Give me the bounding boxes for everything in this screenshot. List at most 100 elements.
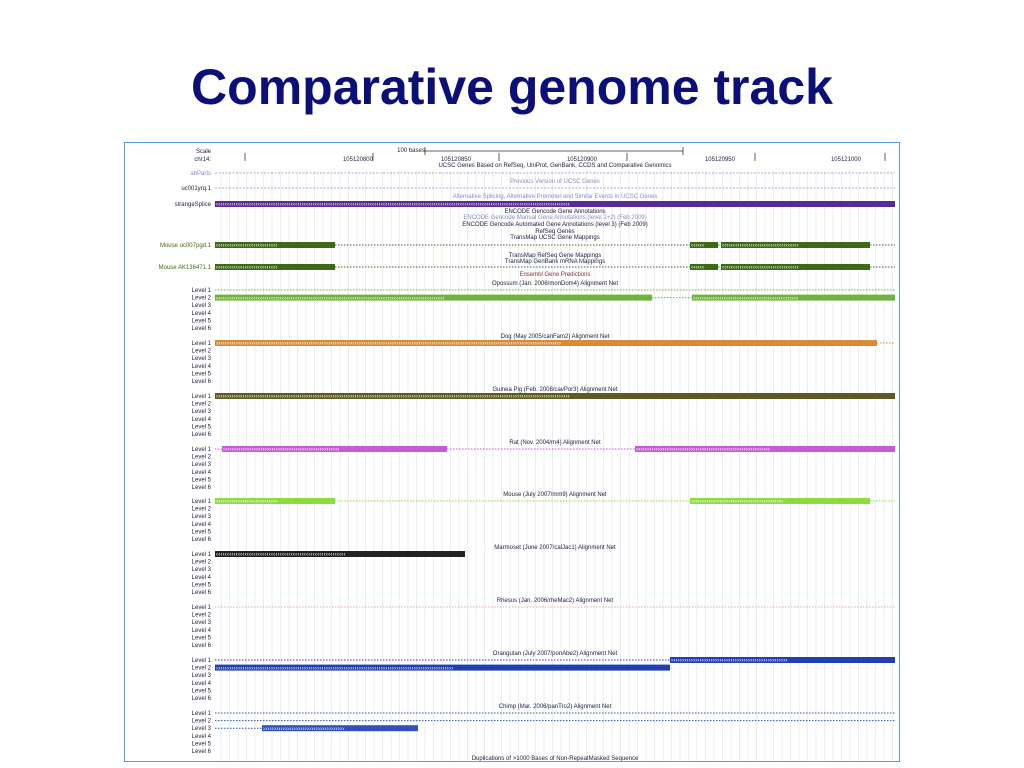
- level-label: Level 3: [192, 673, 212, 679]
- level-label: Level 4: [192, 681, 212, 687]
- genome-browser-image: Scale chr14: 100 bases 105120800 105120850 10…: [124, 142, 900, 762]
- genome-browser-canvas: Scalechr14:100 bases105120800 105120850 10…: [159, 147, 895, 762]
- mouse-uc007pgd-track-strand: ‹‹‹‹‹‹: [691, 243, 704, 249]
- strangesplice-track-strand: ‹‹‹‹‹‹‹‹‹‹‹‹‹‹‹‹‹‹‹‹‹‹‹‹‹‹‹‹‹‹‹‹‹‹‹‹‹‹‹‹…: [216, 202, 570, 208]
- level-label: Level 6: [192, 432, 212, 438]
- level-label: Level 1: [192, 605, 212, 611]
- level-label: Level 6: [192, 485, 212, 491]
- alignment-net-title: Mouse (July 2007/mm9) Alignment Net: [503, 492, 607, 498]
- level-label: Level 2: [192, 402, 212, 408]
- section-title: ENCODE Gencode Manual Gene Annotations (…: [463, 215, 646, 221]
- alignment-net-title: Marmoset (June 2007/calJac1) Alignment N…: [494, 545, 616, 551]
- level-label: Level 1: [192, 499, 212, 505]
- net-3-level-1-strand: ››››››››››››››››››››››››››››››››››››››››…: [223, 447, 340, 453]
- slide-title: Comparative genome track: [191, 59, 833, 115]
- scale-label: Scale: [196, 149, 212, 155]
- level-label: Level 3: [192, 356, 212, 362]
- level-label: Level 4: [192, 417, 212, 423]
- annotation-track-label: strangeSplice: [175, 202, 212, 208]
- section-title: Alternative Splicing, Alternative Promot…: [453, 194, 658, 200]
- level-label: Level 5: [192, 529, 212, 535]
- level-label: Level 2: [192, 349, 212, 355]
- alignment-net-title: Opossum (Jan. 2006/monDom4) Alignment Ne…: [492, 281, 618, 287]
- chrom-label: chr14:: [194, 157, 211, 163]
- net-7-level-2-strand: ››››››››››››››››››››››››››››››››››››››››…: [216, 666, 453, 672]
- annotation-track-label: Mouse uc007pgd.1: [160, 243, 212, 249]
- mouse-uc007pgd-track-strand: ‹‹‹‹‹‹‹‹‹‹‹‹‹‹‹‹‹‹‹‹‹‹‹‹‹‹‹‹‹‹‹‹‹‹‹: [722, 243, 799, 249]
- net-7-level-1-strand: ››››››››››››››››››››››››››››››››››››››››…: [671, 658, 788, 664]
- alignment-net-title: Rat (Nov. 2004/rn4) Alignment Net: [509, 440, 601, 446]
- level-label: Level 6: [192, 379, 212, 385]
- level-label: Level 2: [192, 719, 212, 725]
- annotation-track-label: uc001yrq.1: [181, 186, 211, 192]
- level-label: Level 3: [192, 726, 212, 732]
- level-label: Level 6: [192, 537, 212, 543]
- alignment-net-title: Rhesus (Jan. 2006/rheMac2) Alignment Net: [497, 598, 614, 604]
- net-0-level-2-strand: ‹‹‹‹‹‹‹‹‹‹‹‹‹‹‹‹‹‹‹‹‹‹‹‹‹‹‹‹‹‹‹‹‹‹‹‹‹‹‹‹…: [693, 296, 799, 302]
- level-label: Level 1: [192, 394, 212, 400]
- level-label: Level 4: [192, 470, 212, 476]
- level-label: Level 4: [192, 364, 212, 370]
- level-label: Level 1: [192, 341, 212, 347]
- position-tick-label: 105120800: [343, 157, 374, 163]
- level-label: Level 5: [192, 371, 212, 377]
- section-title: Ensembl Gene Predictions: [519, 272, 590, 278]
- level-label: Level 3: [192, 620, 212, 626]
- net-4-level-1-strand: ››››››››››››››››››››››››››››››››››››››››…: [691, 499, 783, 505]
- level-label: Level 6: [192, 643, 212, 649]
- level-label: Level 4: [192, 734, 212, 740]
- level-label: Level 3: [192, 409, 212, 415]
- net-0-level-2-strand: ‹‹‹‹‹‹‹‹‹‹‹‹‹‹‹‹‹‹‹‹‹‹‹‹‹‹‹‹‹‹‹‹‹‹‹‹‹‹‹‹…: [216, 296, 445, 302]
- position-tick-label: 105121000: [831, 157, 862, 163]
- net-5-level-1-strand: ‹‹‹‹‹‹‹‹‹‹‹‹‹‹‹‹‹‹‹‹‹‹‹‹‹‹‹‹‹‹‹‹‹‹‹‹‹‹‹‹…: [216, 552, 346, 558]
- duplications-track-title: Duplications of >1000 Bases of Non-Repea…: [472, 756, 639, 762]
- level-label: Level 5: [192, 741, 212, 747]
- scale-bar-label: 100 bases: [397, 148, 425, 154]
- level-label: Level 3: [192, 514, 212, 520]
- level-label: Level 5: [192, 635, 212, 641]
- level-label: Level 1: [192, 447, 212, 453]
- section-title: TransMap UCSC Gene Mappings: [510, 235, 599, 241]
- level-label: Level 2: [192, 560, 212, 566]
- annotation-track-label: Mouse AK136471.1: [159, 265, 212, 271]
- level-label: Level 5: [192, 424, 212, 430]
- net-3-level-1-strand: ››››››››››››››››››››››››››››››››››››››››…: [636, 447, 770, 453]
- mouse-ak136471-track-strand: ‹‹‹‹‹‹: [691, 265, 704, 271]
- alignment-net-title: Dog (May 2005/canFam2) Alignment Net: [501, 334, 610, 340]
- net-8-level-3-strand: ›››››››››››››››››››››››››››››››››››››: [263, 726, 344, 732]
- mouse-ak136471-track-strand: ‹‹‹‹‹‹‹‹‹‹‹‹‹‹‹‹‹‹‹‹‹‹‹‹‹‹‹‹: [216, 265, 278, 271]
- level-label: Level 6: [192, 749, 212, 755]
- level-label: Level 5: [192, 477, 212, 483]
- level-label: Level 6: [192, 326, 212, 332]
- level-label: Level 5: [192, 318, 212, 324]
- alignment-net-title: Chimp (Mar. 2006/panTro2) Alignment Net: [499, 704, 612, 710]
- section-title: Previous Version of UCSC Genes: [510, 179, 600, 185]
- level-label: Level 2: [192, 455, 212, 461]
- level-label: Level 6: [192, 696, 212, 702]
- section-title: UCSC Genes Based on RefSeq, UniProt, Gen…: [438, 163, 671, 169]
- alignment-net-title: Guinea Pig (Feb. 2008/cavPor3) Alignment…: [492, 387, 617, 393]
- level-label: Level 2: [192, 613, 212, 619]
- mouse-ak136471-track-strand: ‹‹‹‹‹‹‹‹‹‹‹‹‹‹‹‹‹‹‹‹‹‹‹‹‹‹‹‹‹‹‹‹‹‹‹: [722, 265, 799, 271]
- alignment-net-title: Orangutan (July 2007/ponAbe2) Alignment …: [493, 651, 618, 657]
- level-label: Level 3: [192, 462, 212, 468]
- net-4-level-1-strand: ››››››››››››››››››››››››››››: [216, 499, 278, 505]
- level-label: Level 1: [192, 552, 212, 558]
- level-label: Level 2: [192, 507, 212, 513]
- net-1-level-1-strand: ››››››››››››››››››››››››››››››››››››››››…: [216, 341, 561, 347]
- level-label: Level 4: [192, 575, 212, 581]
- level-label: Level 2: [192, 296, 212, 302]
- level-label: Level 3: [192, 303, 212, 309]
- level-label: Level 6: [192, 590, 212, 596]
- level-label: Level 1: [192, 658, 212, 664]
- section-title: TransMap GenBank mRNA Mappings: [505, 259, 605, 265]
- level-label: Level 3: [192, 567, 212, 573]
- level-label: Level 4: [192, 628, 212, 634]
- annotation-track-label: abParts: [190, 171, 211, 177]
- level-label: Level 5: [192, 688, 212, 694]
- level-label: Level 5: [192, 582, 212, 588]
- net-2-level-1-strand: ››››››››››››››››››››››››››››››››››››››››…: [216, 394, 570, 400]
- section-title: ENCODE Gencode Automated Gene Annotation…: [462, 222, 647, 228]
- level-label: Level 1: [192, 288, 212, 294]
- level-label: Level 2: [192, 666, 212, 672]
